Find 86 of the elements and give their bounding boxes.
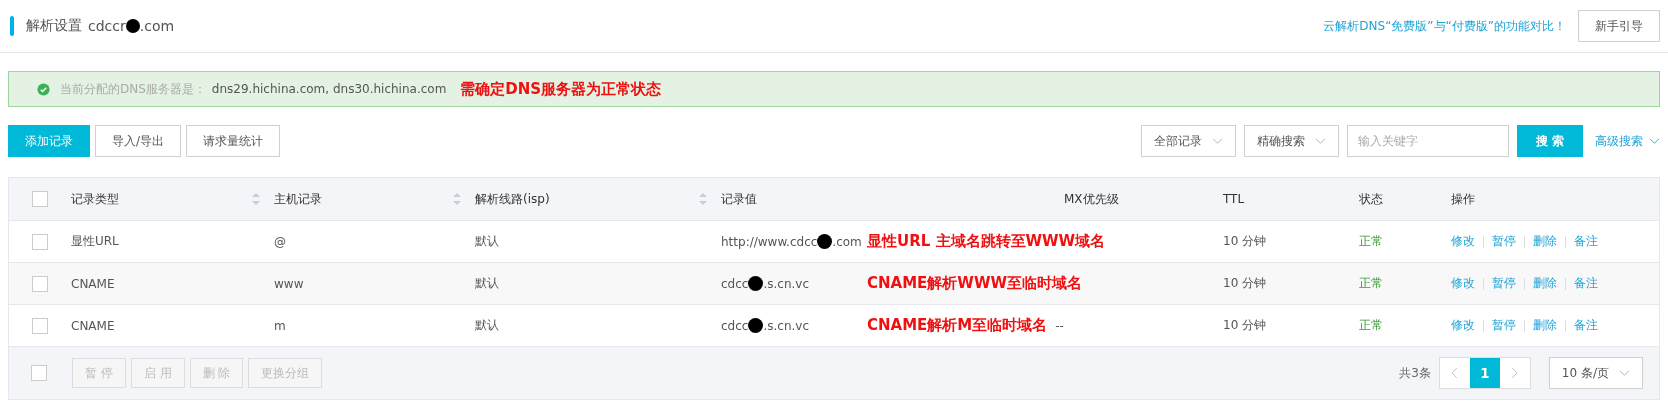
record-value: cdcc <box>721 276 749 291</box>
record-value-suffix: .s.cn.vc <box>763 318 810 333</box>
row-action-link[interactable]: 修改 <box>1451 233 1475 250</box>
record-type: CNAME <box>71 318 115 333</box>
record-value-suffix: .s.cn.vc <box>763 276 810 291</box>
row-action-link[interactable]: 暂停 <box>1492 233 1516 250</box>
toolbar-button[interactable]: 导入/导出 <box>95 125 182 157</box>
redaction-dot <box>748 318 764 333</box>
row-action-link[interactable]: 备注 <box>1574 317 1598 334</box>
advanced-search-link[interactable]: 高级搜索 <box>1595 132 1660 150</box>
resolution-line: 默认 <box>475 275 499 292</box>
status-text: 正常 <box>1359 317 1383 334</box>
annotation-text: CNAME解析M至临时域名 <box>867 316 1048 335</box>
row-action-link[interactable]: 删除 <box>1533 275 1557 292</box>
status-text: 正常 <box>1359 233 1383 250</box>
page-size-dropdown[interactable]: 10 条/页 <box>1548 357 1643 389</box>
status-text: 正常 <box>1359 275 1383 292</box>
filter-dropdown[interactable]: 全部记录 <box>1140 125 1236 157</box>
chevron-left-icon <box>1451 367 1459 379</box>
redaction-dot <box>125 19 140 33</box>
ttl-value: 10 分钟 <box>1223 317 1267 334</box>
row-checkbox[interactable] <box>32 233 48 250</box>
dns-servers: dns29.hichina.com, dns30.hichina.com <box>211 82 447 96</box>
row-action-link[interactable]: 修改 <box>1451 317 1475 334</box>
filter-dropdown[interactable]: 精确搜索 <box>1243 125 1339 157</box>
redaction-dot <box>817 234 833 249</box>
previous-page-button[interactable] <box>1439 358 1470 388</box>
ttl-value: 10 分钟 <box>1223 275 1267 292</box>
column-header: MX优先级 <box>1064 190 1119 208</box>
row-action-link[interactable]: 修改 <box>1451 275 1475 292</box>
column-header: 解析线路(isp) <box>475 190 550 208</box>
row-checkbox[interactable] <box>32 317 48 334</box>
sort-icon[interactable] <box>252 193 260 205</box>
sort-icon[interactable] <box>453 193 461 205</box>
resolution-line: 默认 <box>475 233 499 250</box>
row-action-link[interactable]: 删除 <box>1533 233 1557 250</box>
total-count: 共3条 <box>1399 364 1431 382</box>
row-checkbox[interactable] <box>32 275 48 292</box>
next-page-button[interactable] <box>1499 358 1530 388</box>
record-value-suffix: .com <box>832 234 862 249</box>
column-header: TTL <box>1223 192 1245 206</box>
annotation-text: 显性URL 主域名跳转至WWW域名 <box>867 232 1106 251</box>
redaction-dot <box>748 276 764 291</box>
search-button[interactable]: 搜 索 <box>1516 125 1583 157</box>
resolution-line: 默认 <box>475 317 499 334</box>
column-header: 状态 <box>1359 190 1383 208</box>
annotation-text: CNAME解析WWW至临时域名 <box>867 274 1082 293</box>
domain-name: cdccr <box>88 18 126 34</box>
row-action-link[interactable]: 删除 <box>1533 317 1557 334</box>
mx-priority: -- <box>1055 318 1064 333</box>
title-accent-bar <box>10 16 14 36</box>
chevron-down-icon <box>1211 137 1223 145</box>
record-value: cdcc <box>721 318 749 333</box>
toolbar-button[interactable]: 添加记录 <box>8 125 90 157</box>
search-field[interactable]: 输入关键字 <box>1346 125 1509 157</box>
record-type: 显性URL <box>71 233 119 250</box>
row-action-link[interactable]: 备注 <box>1574 233 1598 250</box>
select-all-checkbox[interactable] <box>31 365 47 381</box>
host-record: m <box>274 318 286 333</box>
guide-button[interactable]: 新手引导 <box>1578 10 1660 42</box>
domain-suffix: .com <box>139 18 175 34</box>
row-action-link[interactable]: 暂停 <box>1492 275 1516 292</box>
page-button[interactable]: 1 <box>1469 358 1500 388</box>
row-action-link[interactable]: 暂停 <box>1492 317 1516 334</box>
column-header: 记录类型 <box>71 190 119 208</box>
chevron-down-icon <box>1619 369 1630 377</box>
alert-label: 当前分配的DNS服务器是： <box>60 80 206 98</box>
chevron-right-icon <box>1511 367 1519 379</box>
record-value: http://www.cdcc <box>721 234 818 249</box>
column-header: 操作 <box>1451 190 1475 208</box>
select-all-checkbox[interactable] <box>32 191 48 207</box>
toolbar-button[interactable]: 请求量统计 <box>186 125 281 157</box>
chevron-down-icon <box>1314 137 1326 145</box>
page-title: 解析设置 <box>26 17 82 35</box>
column-header: 主机记录 <box>274 190 322 208</box>
host-record: @ <box>274 234 286 249</box>
record-type: CNAME <box>71 276 115 291</box>
host-record: www <box>274 276 304 291</box>
annotation-text: 需确定DNS服务器为正常状态 <box>460 79 662 99</box>
chevron-down-icon <box>1649 137 1660 145</box>
column-header: 记录值 <box>721 190 757 208</box>
sort-icon[interactable] <box>699 193 707 205</box>
ttl-value: 10 分钟 <box>1223 233 1267 250</box>
compare-link[interactable]: 云解析DNS“免费版”与“付费版”的功能对比！ <box>1323 17 1566 35</box>
row-action-link[interactable]: 备注 <box>1574 275 1598 292</box>
check-circle-icon <box>37 82 50 96</box>
